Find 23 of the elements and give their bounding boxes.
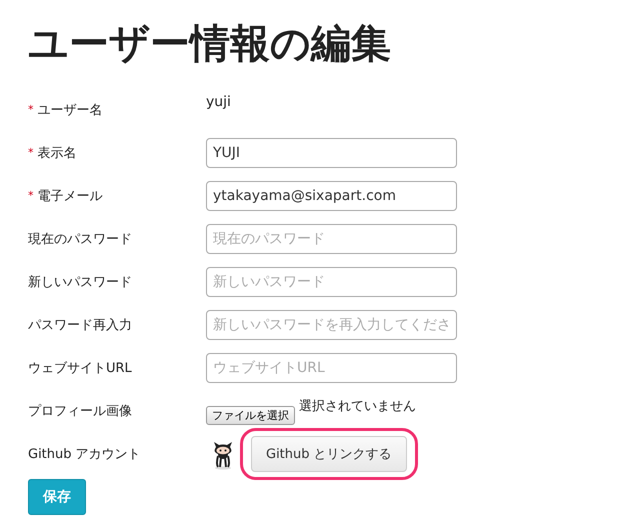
field-label: ユーザー名 — [38, 102, 102, 118]
github-link-button[interactable]: Github とリンクする — [251, 436, 407, 472]
required-mark: * — [28, 103, 34, 116]
input-field[interactable]: 新しいパスワードを再入力してくださ — [206, 310, 457, 340]
required-mark: * — [28, 146, 34, 159]
field-label: Github アカウント — [28, 446, 141, 462]
file-status: 選択されていません — [299, 398, 416, 414]
input-field[interactable]: ytakayama@sixapart.com — [206, 180, 457, 210]
field-label: 表示名 — [38, 144, 76, 162]
field-label: 現在のパスワード — [28, 230, 132, 248]
required-mark: * — [28, 189, 34, 202]
input-field[interactable]: 新しいパスワード — [206, 266, 457, 296]
choose-file-button[interactable]: ファイルを選択 — [206, 406, 295, 424]
field-label: 電子メール — [38, 188, 102, 204]
field-label: パスワード再入力 — [28, 316, 132, 334]
field-label: ウェブサイトURL — [28, 360, 132, 376]
input-field[interactable]: ウェブサイトURL — [206, 352, 457, 382]
input-field[interactable]: YUJI — [206, 138, 457, 168]
field-label: プロフィール画像 — [28, 402, 132, 420]
field-value: yuji — [206, 94, 231, 110]
field-label: 新しいパスワード — [28, 274, 132, 290]
input-field[interactable]: 現在のパスワード — [206, 224, 457, 254]
page-title: ユーザー情報の編集 — [28, 20, 392, 69]
